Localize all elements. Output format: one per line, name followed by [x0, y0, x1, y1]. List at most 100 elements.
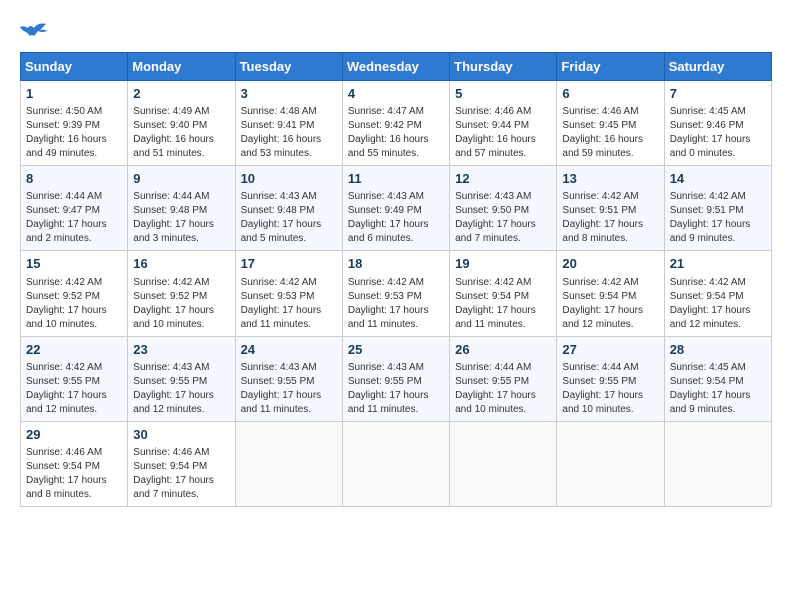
sunrise-info: Sunrise: 4:43 AM: [241, 362, 317, 373]
sunrise-info: Sunrise: 4:43 AM: [348, 362, 424, 373]
daylight-info: Daylight: 17 hours and 12 minutes.: [670, 305, 751, 330]
daylight-info: Daylight: 16 hours and 55 minutes.: [348, 134, 429, 159]
empty-cell: [450, 421, 557, 506]
daylight-info: Daylight: 17 hours and 12 minutes.: [133, 390, 214, 415]
daylight-info: Daylight: 17 hours and 2 minutes.: [26, 219, 107, 244]
empty-cell: [342, 421, 449, 506]
sunset-info: Sunset: 9:55 PM: [241, 376, 315, 387]
calendar-day-cell: 29 Sunrise: 4:46 AM Sunset: 9:54 PM Dayl…: [21, 421, 128, 506]
calendar-day-cell: 6 Sunrise: 4:46 AM Sunset: 9:45 PM Dayli…: [557, 81, 664, 166]
sunset-info: Sunset: 9:45 PM: [562, 120, 636, 131]
calendar-day-cell: 27 Sunrise: 4:44 AM Sunset: 9:55 PM Dayl…: [557, 336, 664, 421]
calendar-week-row: 22 Sunrise: 4:42 AM Sunset: 9:55 PM Dayl…: [21, 336, 772, 421]
empty-cell: [664, 421, 771, 506]
calendar-day-cell: 11 Sunrise: 4:43 AM Sunset: 9:49 PM Dayl…: [342, 166, 449, 251]
sunset-info: Sunset: 9:42 PM: [348, 120, 422, 131]
weekday-header: Monday: [128, 53, 235, 81]
day-number: 1: [26, 85, 122, 103]
sunset-info: Sunset: 9:52 PM: [26, 291, 100, 302]
sunset-info: Sunset: 9:54 PM: [26, 461, 100, 472]
day-number: 3: [241, 85, 337, 103]
calendar-week-row: 29 Sunrise: 4:46 AM Sunset: 9:54 PM Dayl…: [21, 421, 772, 506]
calendar-day-cell: 26 Sunrise: 4:44 AM Sunset: 9:55 PM Dayl…: [450, 336, 557, 421]
calendar-day-cell: 30 Sunrise: 4:46 AM Sunset: 9:54 PM Dayl…: [128, 421, 235, 506]
calendar-header-row: SundayMondayTuesdayWednesdayThursdayFrid…: [21, 53, 772, 81]
calendar-day-cell: 22 Sunrise: 4:42 AM Sunset: 9:55 PM Dayl…: [21, 336, 128, 421]
day-number: 7: [670, 85, 766, 103]
calendar-day-cell: 15 Sunrise: 4:42 AM Sunset: 9:52 PM Dayl…: [21, 251, 128, 336]
sunset-info: Sunset: 9:54 PM: [562, 291, 636, 302]
sunrise-info: Sunrise: 4:42 AM: [241, 277, 317, 288]
calendar-day-cell: 19 Sunrise: 4:42 AM Sunset: 9:54 PM Dayl…: [450, 251, 557, 336]
calendar-table: SundayMondayTuesdayWednesdayThursdayFrid…: [20, 52, 772, 507]
sunset-info: Sunset: 9:53 PM: [348, 291, 422, 302]
calendar-day-cell: 1 Sunrise: 4:50 AM Sunset: 9:39 PM Dayli…: [21, 81, 128, 166]
weekday-header: Wednesday: [342, 53, 449, 81]
sunset-info: Sunset: 9:53 PM: [241, 291, 315, 302]
day-number: 5: [455, 85, 551, 103]
sunset-info: Sunset: 9:55 PM: [26, 376, 100, 387]
day-number: 28: [670, 341, 766, 359]
daylight-info: Daylight: 17 hours and 11 minutes.: [348, 305, 429, 330]
sunset-info: Sunset: 9:48 PM: [241, 205, 315, 216]
calendar-day-cell: 5 Sunrise: 4:46 AM Sunset: 9:44 PM Dayli…: [450, 81, 557, 166]
daylight-info: Daylight: 17 hours and 8 minutes.: [562, 219, 643, 244]
day-number: 14: [670, 170, 766, 188]
day-number: 16: [133, 255, 229, 273]
daylight-info: Daylight: 17 hours and 6 minutes.: [348, 219, 429, 244]
calendar-day-cell: 28 Sunrise: 4:45 AM Sunset: 9:54 PM Dayl…: [664, 336, 771, 421]
sunrise-info: Sunrise: 4:46 AM: [455, 106, 531, 117]
sunrise-info: Sunrise: 4:42 AM: [26, 277, 102, 288]
sunset-info: Sunset: 9:50 PM: [455, 205, 529, 216]
sunset-info: Sunset: 9:46 PM: [670, 120, 744, 131]
weekday-header: Friday: [557, 53, 664, 81]
daylight-info: Daylight: 17 hours and 10 minutes.: [133, 305, 214, 330]
day-number: 29: [26, 426, 122, 444]
sunrise-info: Sunrise: 4:45 AM: [670, 106, 746, 117]
weekday-header: Tuesday: [235, 53, 342, 81]
day-number: 30: [133, 426, 229, 444]
sunrise-info: Sunrise: 4:43 AM: [455, 191, 531, 202]
calendar-day-cell: 20 Sunrise: 4:42 AM Sunset: 9:54 PM Dayl…: [557, 251, 664, 336]
day-number: 15: [26, 255, 122, 273]
daylight-info: Daylight: 16 hours and 57 minutes.: [455, 134, 536, 159]
sunrise-info: Sunrise: 4:44 AM: [26, 191, 102, 202]
day-number: 17: [241, 255, 337, 273]
logo-bird-icon: [20, 20, 48, 42]
day-number: 26: [455, 341, 551, 359]
day-number: 21: [670, 255, 766, 273]
daylight-info: Daylight: 17 hours and 11 minutes.: [348, 390, 429, 415]
daylight-info: Daylight: 16 hours and 49 minutes.: [26, 134, 107, 159]
sunrise-info: Sunrise: 4:42 AM: [348, 277, 424, 288]
logo: [20, 20, 48, 42]
sunset-info: Sunset: 9:44 PM: [455, 120, 529, 131]
calendar-day-cell: 13 Sunrise: 4:42 AM Sunset: 9:51 PM Dayl…: [557, 166, 664, 251]
daylight-info: Daylight: 16 hours and 51 minutes.: [133, 134, 214, 159]
calendar-day-cell: 23 Sunrise: 4:43 AM Sunset: 9:55 PM Dayl…: [128, 336, 235, 421]
sunset-info: Sunset: 9:55 PM: [455, 376, 529, 387]
daylight-info: Daylight: 17 hours and 12 minutes.: [26, 390, 107, 415]
sunset-info: Sunset: 9:55 PM: [348, 376, 422, 387]
day-number: 25: [348, 341, 444, 359]
sunset-info: Sunset: 9:52 PM: [133, 291, 207, 302]
calendar-day-cell: 17 Sunrise: 4:42 AM Sunset: 9:53 PM Dayl…: [235, 251, 342, 336]
sunset-info: Sunset: 9:54 PM: [455, 291, 529, 302]
sunrise-info: Sunrise: 4:50 AM: [26, 106, 102, 117]
calendar-day-cell: 14 Sunrise: 4:42 AM Sunset: 9:51 PM Dayl…: [664, 166, 771, 251]
sunrise-info: Sunrise: 4:42 AM: [670, 191, 746, 202]
weekday-header: Saturday: [664, 53, 771, 81]
sunrise-info: Sunrise: 4:42 AM: [26, 362, 102, 373]
sunrise-info: Sunrise: 4:46 AM: [562, 106, 638, 117]
sunset-info: Sunset: 9:54 PM: [133, 461, 207, 472]
sunset-info: Sunset: 9:51 PM: [562, 205, 636, 216]
sunset-info: Sunset: 9:51 PM: [670, 205, 744, 216]
empty-cell: [557, 421, 664, 506]
daylight-info: Daylight: 17 hours and 11 minutes.: [241, 305, 322, 330]
sunset-info: Sunset: 9:49 PM: [348, 205, 422, 216]
day-number: 22: [26, 341, 122, 359]
day-number: 6: [562, 85, 658, 103]
sunrise-info: Sunrise: 4:44 AM: [562, 362, 638, 373]
calendar-day-cell: 18 Sunrise: 4:42 AM Sunset: 9:53 PM Dayl…: [342, 251, 449, 336]
day-number: 20: [562, 255, 658, 273]
sunrise-info: Sunrise: 4:45 AM: [670, 362, 746, 373]
